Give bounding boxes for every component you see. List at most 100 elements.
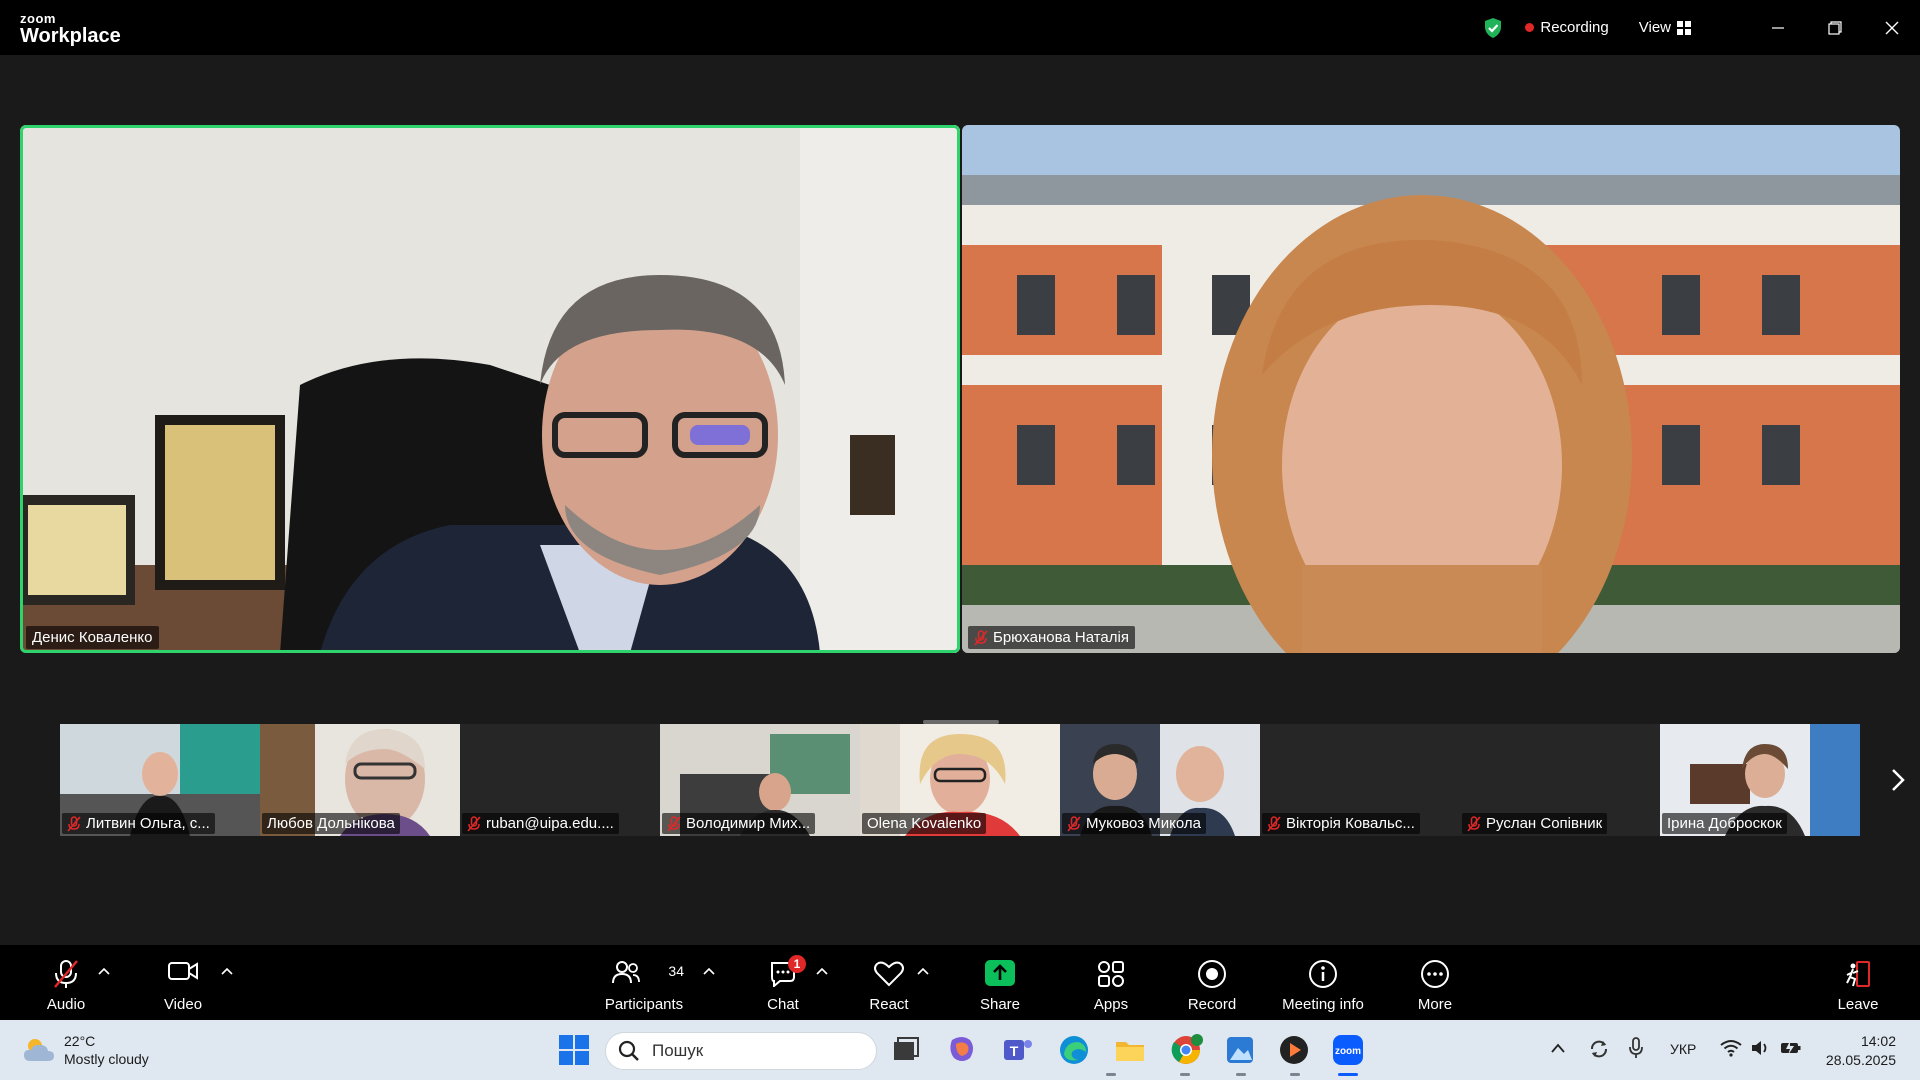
minimize-icon [1771,26,1784,29]
participant-thumbnail[interactable]: Руслан Сопівник [1460,724,1660,836]
chat-button[interactable]: 1 Chat [758,945,808,1020]
speaker-video-image [20,125,960,653]
share-label: Share [979,996,1021,1013]
tray-overflow-chevron-icon[interactable] [1550,1042,1566,1054]
participant-name: Olena Kovalenko [867,815,982,832]
security-shield-icon[interactable] [1483,17,1503,39]
sync-icon[interactable] [1588,1038,1610,1060]
participant-name: Денис Коваленко [32,629,153,646]
weather-condition: Mostly cloudy [64,1051,149,1067]
participant-name: Ірина Доброскок [1667,815,1782,832]
view-button[interactable]: View [1639,19,1691,36]
zoom-logo: zoom Workplace [20,12,121,46]
windows-start-icon[interactable] [556,1032,592,1068]
apps-icon [1098,961,1124,987]
chat-label: Chat [767,996,799,1013]
audio-label: Audio [46,996,86,1013]
participant-name-tag: Руслан Сопівник [1462,813,1608,834]
participant-name-tag: Olena Kovalenko [862,813,987,834]
minimize-button[interactable] [1749,0,1806,55]
meeting-info-button[interactable]: Meeting info [1276,945,1370,1020]
participant-thumbnail[interactable]: ruban@uipa.edu.... [460,724,660,836]
restore-button[interactable] [1806,0,1863,55]
react-options-caret-icon[interactable] [917,967,929,975]
record-label: Record [1187,996,1237,1013]
battery-charging-icon[interactable] [1780,1040,1802,1056]
muted-mic-icon [67,815,81,832]
photos-app-icon[interactable] [1222,1032,1258,1068]
windows-taskbar: 22°C Mostly cloudy Пошук T zoom УКР 14:0… [0,1020,1920,1080]
react-button[interactable]: React [864,945,914,1020]
participant-name: Литвин Ольга, с... [86,815,210,832]
svg-text:T: T [1010,1043,1019,1059]
participants-options-caret-icon[interactable] [703,967,715,975]
participant-thumbnail[interactable]: Olena Kovalenko [860,724,1060,836]
microphone-tray-icon[interactable] [1628,1036,1644,1060]
audio-button[interactable]: Audio [38,945,94,1020]
meeting-toolbar: Audio Video 34 Participants 1 Chat React… [0,945,1920,1020]
recording-label[interactable]: Recording [1540,19,1608,36]
audio-options-caret-icon[interactable] [98,967,110,975]
leave-button[interactable]: Leave [1832,945,1884,1020]
chrome-icon[interactable] [1168,1032,1204,1068]
participant-video-image [962,125,1900,653]
participant-name: Вікторія Ковальс... [1286,815,1415,832]
volume-icon[interactable] [1750,1039,1770,1057]
participants-button[interactable]: 34 Participants [600,945,688,1020]
input-language[interactable]: УКР [1670,1041,1696,1057]
video-tile-speaker[interactable]: Денис Коваленко [20,125,960,653]
participant-thumbnail[interactable]: Любов Дольнікова [260,724,460,836]
chat-options-caret-icon[interactable] [816,967,828,975]
muted-mic-icon [667,815,681,832]
file-explorer-icon[interactable] [1112,1032,1148,1068]
taskbar-search-box[interactable]: Пошук [605,1032,877,1070]
participants-label: Participants [604,996,684,1013]
participant-thumbnail[interactable]: Вікторія Ковальс... [1260,724,1460,836]
video-camera-icon [168,962,198,980]
record-button[interactable]: Record [1184,945,1240,1020]
media-player-icon[interactable] [1276,1032,1312,1068]
participant-name: Володимир Мих... [686,815,811,832]
video-label: Video [163,996,203,1013]
restore-icon [1827,20,1842,35]
brand-big: Workplace [20,25,121,47]
zoom-taskbar-icon[interactable]: zoom [1330,1032,1366,1068]
player-running-indicator [1290,1073,1300,1076]
copilot-icon[interactable] [944,1032,980,1068]
participant-name-tag: Ірина Доброскок [1662,813,1787,834]
more-button[interactable]: More [1410,945,1460,1020]
participant-thumbnail[interactable]: Литвин Ольга, с... [60,724,260,836]
react-label: React [869,996,909,1013]
video-options-caret-icon[interactable] [221,967,233,975]
zoom-active-indicator [1338,1073,1358,1076]
muted-mic-icon [467,815,481,832]
weather-widget[interactable]: 22°C Mostly cloudy [22,1032,149,1068]
close-button[interactable] [1863,0,1920,55]
participants-count: 34 [668,963,684,979]
apps-label: Apps [1093,996,1129,1013]
participant-thumbnail[interactable]: Володимир Мих... [660,724,860,836]
participant-name-tag: Муковоз Микола [1062,813,1206,834]
next-page-button[interactable] [1884,765,1912,795]
participant-name-tag: Любов Дольнікова [262,813,400,834]
task-view-icon[interactable] [888,1032,924,1068]
photos-running-indicator [1236,1073,1246,1076]
participant-name: Любов Дольнікова [267,815,395,832]
video-tile-participant[interactable]: Брюханова Наталія [962,125,1900,653]
svg-text:zoom: zoom [1335,1046,1361,1057]
video-button[interactable]: Video [155,945,211,1020]
participant-name: Руслан Сопівник [1486,815,1603,832]
brand-small: zoom [20,11,56,26]
apps-button[interactable]: Apps [1086,945,1136,1020]
leave-label: Leave [1837,996,1879,1013]
participant-thumbnail[interactable]: Муковоз Микола [1060,724,1260,836]
muted-mic-icon [1467,815,1481,832]
wifi-icon[interactable] [1720,1039,1742,1057]
participant-thumbnail[interactable]: Ірина Доброскок [1660,724,1860,836]
chrome-running-indicator [1180,1073,1190,1076]
edge-browser-icon[interactable] [1056,1032,1092,1068]
system-clock[interactable]: 14:02 28.05.2025 [1826,1032,1896,1070]
share-button[interactable]: Share [974,945,1026,1020]
teams-icon[interactable]: T [1000,1032,1036,1068]
partly-cloudy-icon [24,1039,54,1061]
